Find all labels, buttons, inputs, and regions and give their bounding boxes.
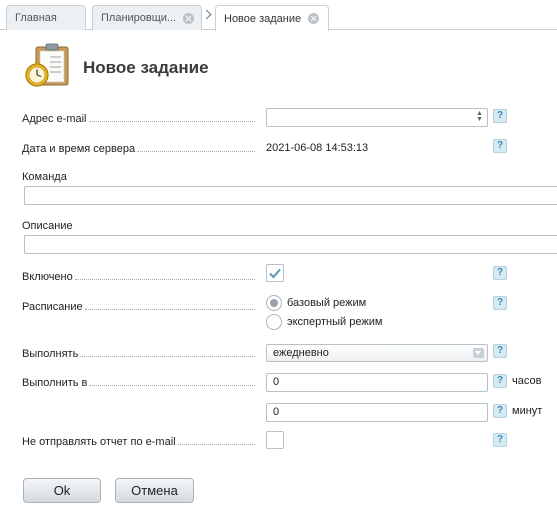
description-field[interactable] — [24, 235, 557, 254]
help-icon[interactable]: ? — [493, 404, 507, 418]
schedule-expert-label[interactable]: экспертный режим — [287, 316, 382, 328]
ok-button[interactable]: Ok — [23, 478, 101, 503]
schedule-basic-radio[interactable] — [266, 295, 282, 311]
run-label: Выполнять — [22, 346, 255, 360]
no-email-report-checkbox[interactable] — [266, 431, 284, 449]
help-icon[interactable]: ? — [493, 109, 507, 123]
minutes-unit: минут — [512, 405, 543, 417]
help-icon[interactable]: ? — [493, 433, 507, 447]
chevron-down-icon[interactable] — [473, 348, 484, 358]
page-title: Новое задание — [83, 58, 209, 77]
help-icon[interactable]: ? — [493, 266, 507, 280]
minutes-field[interactable]: 0 — [266, 403, 488, 422]
enabled-checkbox[interactable] — [266, 264, 284, 282]
command-field[interactable] — [24, 186, 557, 205]
schedule-label: Расписание — [22, 299, 255, 313]
hours-unit: часов — [512, 375, 542, 387]
enabled-label: Включено — [22, 269, 255, 283]
help-icon[interactable]: ? — [493, 344, 507, 358]
clipboard-clock-icon — [25, 43, 69, 87]
help-icon[interactable]: ? — [493, 139, 507, 153]
run-select[interactable]: ежедневно — [266, 344, 488, 362]
tab-home[interactable]: Главная — [6, 5, 86, 30]
command-label: Команда — [22, 171, 67, 183]
tab-new-task[interactable]: Новое задание — [215, 5, 329, 31]
server-time-value: 2021-06-08 14:53:13 — [266, 142, 369, 154]
server-time-label: Дата и время сервера — [22, 141, 255, 155]
tab-scheduler[interactable]: Планировщи... — [92, 5, 202, 30]
run-at-label: Выполнить в — [22, 375, 255, 389]
description-label: Описание — [22, 220, 73, 232]
tab-new-task-label: Новое задание — [224, 12, 302, 25]
help-icon[interactable]: ? — [493, 296, 507, 310]
no-email-report-label: Не отправлять отчет по e-mail — [22, 434, 255, 448]
help-icon[interactable]: ? — [493, 374, 507, 388]
close-icon[interactable] — [308, 13, 320, 24]
tab-bar: Главная Планировщи... Новое задание — [0, 0, 557, 31]
tab-scheduler-label: Планировщи... — [101, 12, 177, 24]
cancel-button[interactable]: Отмена — [115, 478, 194, 503]
email-field[interactable]: ▲ ▼ — [266, 108, 488, 127]
schedule-expert-radio[interactable] — [266, 314, 282, 330]
close-icon[interactable] — [183, 12, 195, 24]
chevron-right-icon[interactable] — [201, 9, 212, 20]
checkmark-icon — [269, 268, 281, 279]
email-label: Адрес e-mail — [22, 111, 255, 125]
schedule-basic-label[interactable]: базовый режим — [287, 297, 366, 309]
spin-arrows-icon[interactable]: ▲ ▼ — [476, 110, 483, 124]
tab-home-label: Главная — [15, 12, 57, 24]
hours-field[interactable]: 0 — [266, 373, 488, 392]
